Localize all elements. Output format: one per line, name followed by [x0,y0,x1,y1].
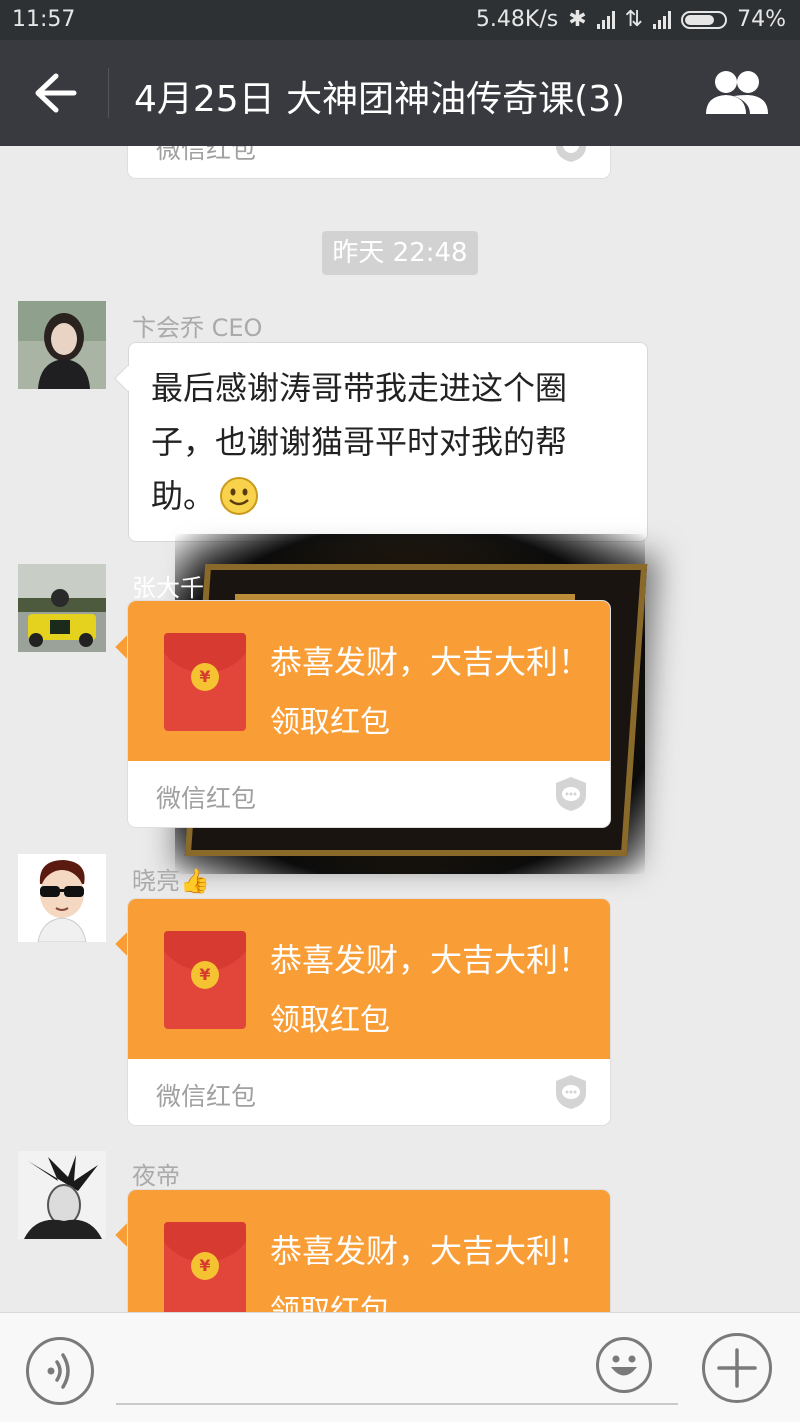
sender-name: 张大千 [132,574,204,602]
red-packet-footer: 微信红包 [128,146,610,178]
voice-input-button[interactable] [26,1337,94,1405]
signal-icon-2 [653,10,672,29]
status-time: 11:57 [12,7,76,32]
chat-title: 4月25日 大神团神油传奇课(3) [134,79,626,120]
title-bar: 4月25日 大神团神油传奇课(3) [0,40,800,146]
emoji-button[interactable] [596,1337,652,1393]
red-packet-action: 领取红包 [270,705,390,740]
wechat-shield-icon [556,146,586,162]
text-message-bubble[interactable]: 最后感谢涛哥带我走进这个圈 子，也谢谢猫哥平时对我的帮 助。 [128,342,648,542]
voice-icon [47,1353,70,1389]
red-envelope-icon: ¥ [164,931,246,1029]
avatar-image [18,564,106,652]
red-packet-brand: 微信红包 [156,1082,257,1111]
signal-icon [596,10,615,29]
message-text-line: 子，也谢谢猫哥平时对我的帮 [151,423,568,461]
wechat-shield-icon [556,777,586,811]
red-packet-greeting: 恭喜发财，大吉大利！ [270,1232,591,1270]
coin-icon: ¥ [191,663,219,691]
coin-icon: ¥ [191,1252,219,1280]
red-packet-card-partial[interactable]: 微信红包 [128,146,610,178]
red-packet-card[interactable]: ¥ 恭喜发财，大吉大利！ 领取红包 [128,1190,610,1312]
group-members-icon [706,71,768,114]
red-envelope-icon: ¥ [164,633,246,731]
data-transfer-icon: ⇅ [624,7,644,32]
red-envelope-icon: ¥ [164,1222,246,1312]
network-speed: 5.48K/s [475,7,559,32]
red-packet-footer: 微信红包 [128,1059,610,1125]
avatar-image [18,854,106,942]
bluetooth-icon: ✱ [568,7,587,32]
red-packet-action: 领取红包 [270,1294,390,1312]
status-right: 5.48K/s ✱ ⇅ 74% [476,7,786,32]
plus-icon [717,1348,757,1388]
message-text-line: 助。 [151,477,216,515]
group-info-button[interactable] [704,68,770,118]
sender-name: 夜帝 [132,1162,180,1190]
avatar[interactable] [18,564,106,652]
red-packet-footer: 微信红包 [128,761,610,827]
chat-area[interactable]: 微信红包 昨天 22:48 卞会乔 CEO 最后感谢涛哥带我走进这个圈 子，也谢… [0,146,800,1312]
smiley-icon [611,1355,637,1376]
red-packet-card[interactable]: ¥ 恭喜发财，大吉大利！ 领取红包 微信红包 [128,899,610,1125]
red-packet-card[interactable]: ¥ 恭喜发财，大吉大利！ 领取红包 微信红包 [128,601,610,827]
avatar[interactable] [18,854,106,942]
avatar[interactable] [18,301,106,389]
back-arrow-icon [35,73,77,113]
more-options-button[interactable] [702,1333,772,1403]
avatar-image [18,301,106,389]
smile-emoji-icon [220,477,259,515]
status-bar: 11:57 5.48K/s ✱ ⇅ 74% [0,0,800,40]
message-text-line-last: 助。 [151,469,625,523]
message-text-line: 最后感谢涛哥带我走进这个圈 [151,369,568,407]
back-button[interactable] [30,70,80,116]
red-packet-action: 领取红包 [270,1003,390,1038]
message-input[interactable] [116,1403,678,1405]
sender-name: 晓亮👍 [132,867,210,895]
avatar-image [18,1151,106,1239]
red-packet-greeting: 恭喜发财，大吉大利！ [270,941,591,979]
red-packet-brand: 微信红包 [156,146,257,164]
battery-level: 74% [737,7,786,32]
message-timestamp: 昨天 22:48 [322,231,478,275]
avatar[interactable] [18,1151,106,1239]
battery-icon [681,10,728,29]
wechat-shield-icon [556,1075,586,1109]
red-packet-brand: 微信红包 [156,784,257,813]
coin-icon: ¥ [191,961,219,989]
sender-name: 卞会乔 CEO [132,314,263,342]
input-bar [0,1312,800,1422]
title-divider [108,68,109,118]
red-packet-greeting: 恭喜发财，大吉大利！ [270,643,591,681]
